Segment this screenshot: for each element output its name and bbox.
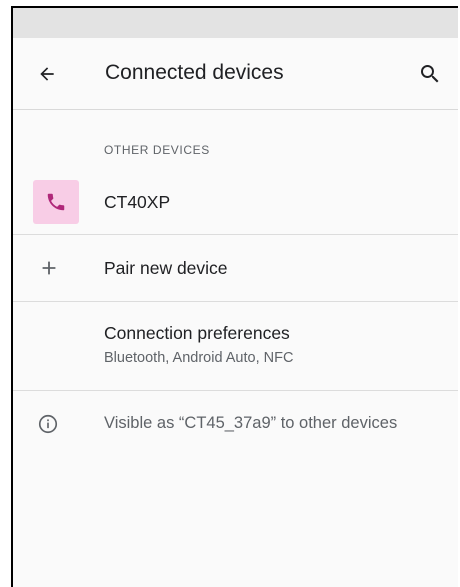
- search-icon: [421, 65, 439, 83]
- section-header-other-devices: OTHER DEVICES: [104, 143, 210, 157]
- pair-new-device-button[interactable]: Pair new device: [13, 235, 458, 301]
- visibility-info: Visible as “CT45_37a9” to other devices: [13, 391, 458, 451]
- pair-new-device-label: Pair new device: [104, 258, 228, 278]
- connection-preferences-title: Connection preferences: [104, 323, 290, 343]
- back-button[interactable]: [33, 60, 61, 88]
- plus-icon: [42, 261, 56, 275]
- phone-icon: [47, 193, 65, 211]
- connection-preferences-item[interactable]: Connection preferences Bluetooth, Androi…: [13, 302, 458, 390]
- visibility-text: Visible as “CT45_37a9” to other devices: [104, 414, 398, 432]
- arrow-back-icon: [40, 67, 54, 81]
- connection-preferences-subtitle: Bluetooth, Android Auto, NFC: [104, 350, 294, 366]
- app-bar: Connected devices: [13, 38, 458, 110]
- device-icon-badge: [33, 180, 79, 224]
- search-button[interactable]: [416, 60, 444, 88]
- page-title: Connected devices: [105, 61, 284, 84]
- info-icon: [38, 414, 58, 434]
- status-bar: [13, 8, 458, 38]
- device-screen: Connected devices OTHER DEVICES CT40XP P…: [11, 6, 458, 587]
- device-row-ct40xp[interactable]: CT40XP: [13, 170, 458, 234]
- device-name: CT40XP: [104, 192, 171, 212]
